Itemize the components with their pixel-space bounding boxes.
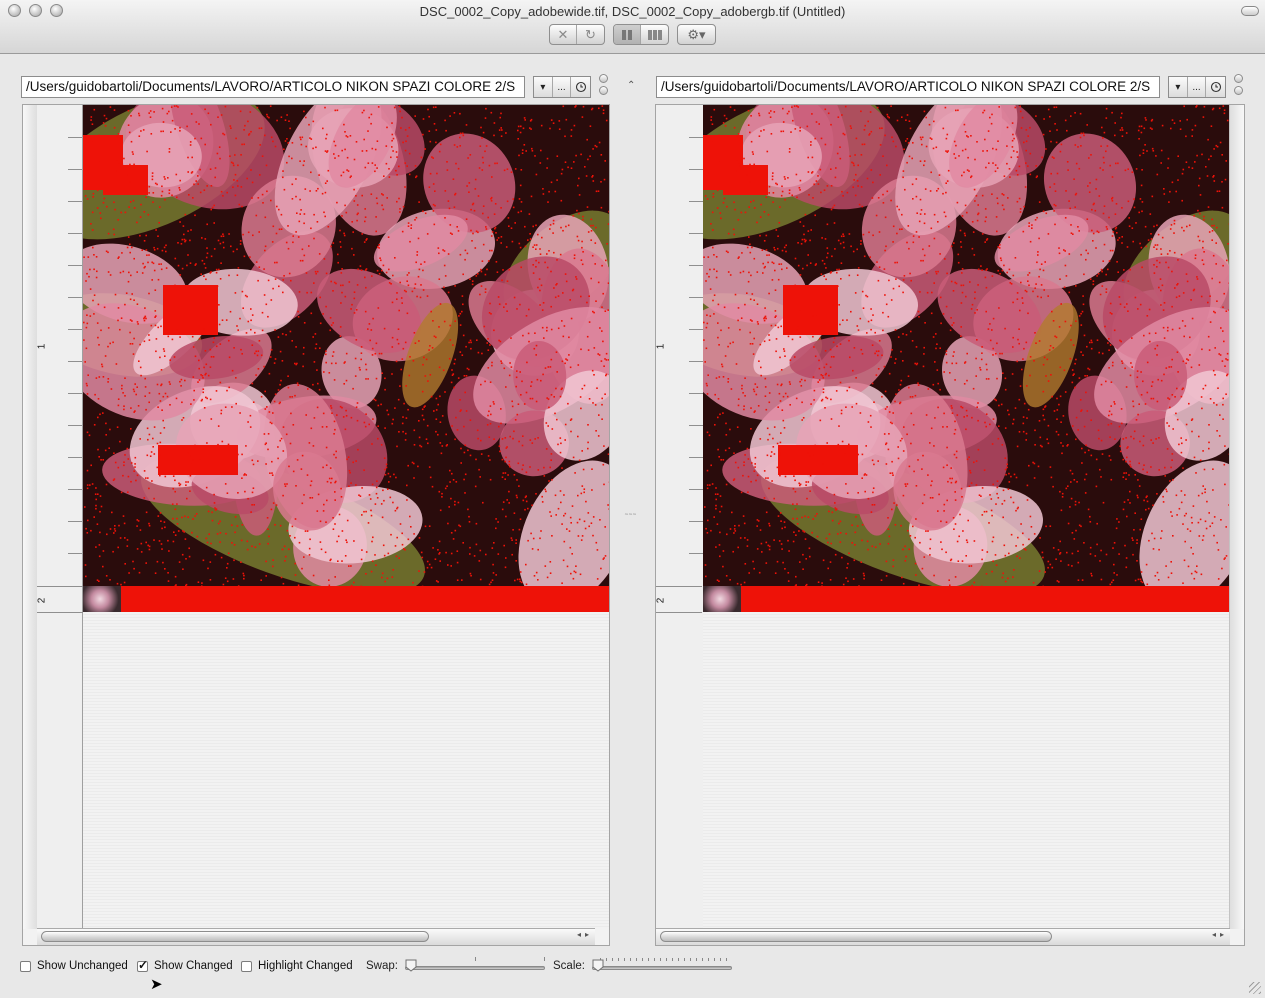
left-horizontal-scrollbar[interactable]: ◂▸ xyxy=(37,928,595,945)
show-changed-checkbox[interactable]: Show Changed xyxy=(137,958,233,972)
right-horizontal-scrollbar[interactable]: ◂▸ xyxy=(656,928,1230,945)
layout-group xyxy=(613,24,669,45)
two-columns-icon[interactable] xyxy=(614,25,642,44)
left-diff-strip xyxy=(83,586,609,612)
stop-refresh-group: ✕ ↻ xyxy=(549,24,605,45)
pane-splitter-handle[interactable]: ˜˜˜ xyxy=(625,512,637,522)
swap-slider[interactable] xyxy=(405,966,545,970)
toolbar-toggle-button[interactable] xyxy=(1241,6,1259,16)
action-menu-button[interactable]: ⚙▾ xyxy=(677,24,716,45)
gear-icon: ⚙▾ xyxy=(687,26,706,42)
flower-image xyxy=(703,105,1230,586)
right-scroll-thumb[interactable] xyxy=(660,931,1052,942)
three-columns-icon[interactable] xyxy=(641,25,668,44)
mouse-cursor-icon: ➤ xyxy=(150,976,163,993)
left-image-pane: 1 2 ◂▸ xyxy=(22,104,610,946)
highlight-changed-checkbox[interactable]: Highlight Changed xyxy=(241,960,353,972)
scroll-arrows-icon[interactable]: ◂▸ xyxy=(1212,930,1228,939)
right-pane-stepper[interactable] xyxy=(1234,74,1244,98)
thumbnail-image xyxy=(703,586,741,612)
x-icon[interactable]: ✕ xyxy=(550,25,578,44)
left-row-ruler: 1 2 xyxy=(36,105,83,929)
checkbox-box[interactable] xyxy=(137,958,148,972)
flower-image xyxy=(83,105,609,586)
collapse-caret-icon[interactable]: ⌃ xyxy=(627,80,635,91)
swap-label: Swap: xyxy=(366,960,398,972)
right-path-field[interactable]: /Users/guidobartoli/Documents/LAVORO/ART… xyxy=(656,76,1160,98)
row-number: 1 xyxy=(655,343,667,350)
row-number: 2 xyxy=(655,597,667,604)
left-diff-image xyxy=(83,105,609,586)
right-image-pane: 1 2 ◂▸ xyxy=(655,104,1245,946)
left-pane-stepper[interactable] xyxy=(599,74,609,98)
left-path-browse-button[interactable]: ... xyxy=(553,77,572,97)
right-row-ruler: 1 2 xyxy=(655,105,704,929)
checkbox-box[interactable] xyxy=(241,960,252,972)
left-scroll-thumb[interactable] xyxy=(41,931,429,942)
right-path-buttons: ▾ ... xyxy=(1168,76,1226,98)
scale-slider-knob[interactable] xyxy=(592,959,604,972)
scroll-arrows-icon[interactable]: ◂▸ xyxy=(577,930,593,939)
show-unchanged-checkbox[interactable]: Show Unchanged xyxy=(20,960,128,972)
resize-grip[interactable] xyxy=(1249,982,1261,994)
history-icon[interactable] xyxy=(571,77,590,97)
row-number: 1 xyxy=(36,343,48,350)
scale-label: Scale: xyxy=(553,960,585,972)
scale-slider[interactable] xyxy=(592,966,732,970)
thumbnail-image xyxy=(83,586,121,612)
row-number: 2 xyxy=(36,597,48,604)
window-title: DSC_0002_Copy_adobewide.tif, DSC_0002_Co… xyxy=(419,4,846,19)
checkbox-box[interactable] xyxy=(20,960,31,972)
history-icon[interactable] xyxy=(1206,77,1225,97)
left-path-buttons: ▾ ... xyxy=(533,76,591,98)
refresh-icon[interactable]: ↻ xyxy=(577,25,604,44)
title-bar: DSC_0002_Copy_adobewide.tif, DSC_0002_Co… xyxy=(0,0,1265,54)
left-path-dropdown[interactable]: ▾ xyxy=(534,77,553,97)
left-path-field[interactable]: /Users/guidobartoli/Documents/LAVORO/ART… xyxy=(21,76,525,98)
swap-slider-knob[interactable] xyxy=(405,959,417,972)
right-diff-strip xyxy=(703,586,1230,612)
right-path-dropdown[interactable]: ▾ xyxy=(1169,77,1188,97)
right-path-browse-button[interactable]: ... xyxy=(1188,77,1207,97)
right-diff-image xyxy=(703,105,1230,586)
